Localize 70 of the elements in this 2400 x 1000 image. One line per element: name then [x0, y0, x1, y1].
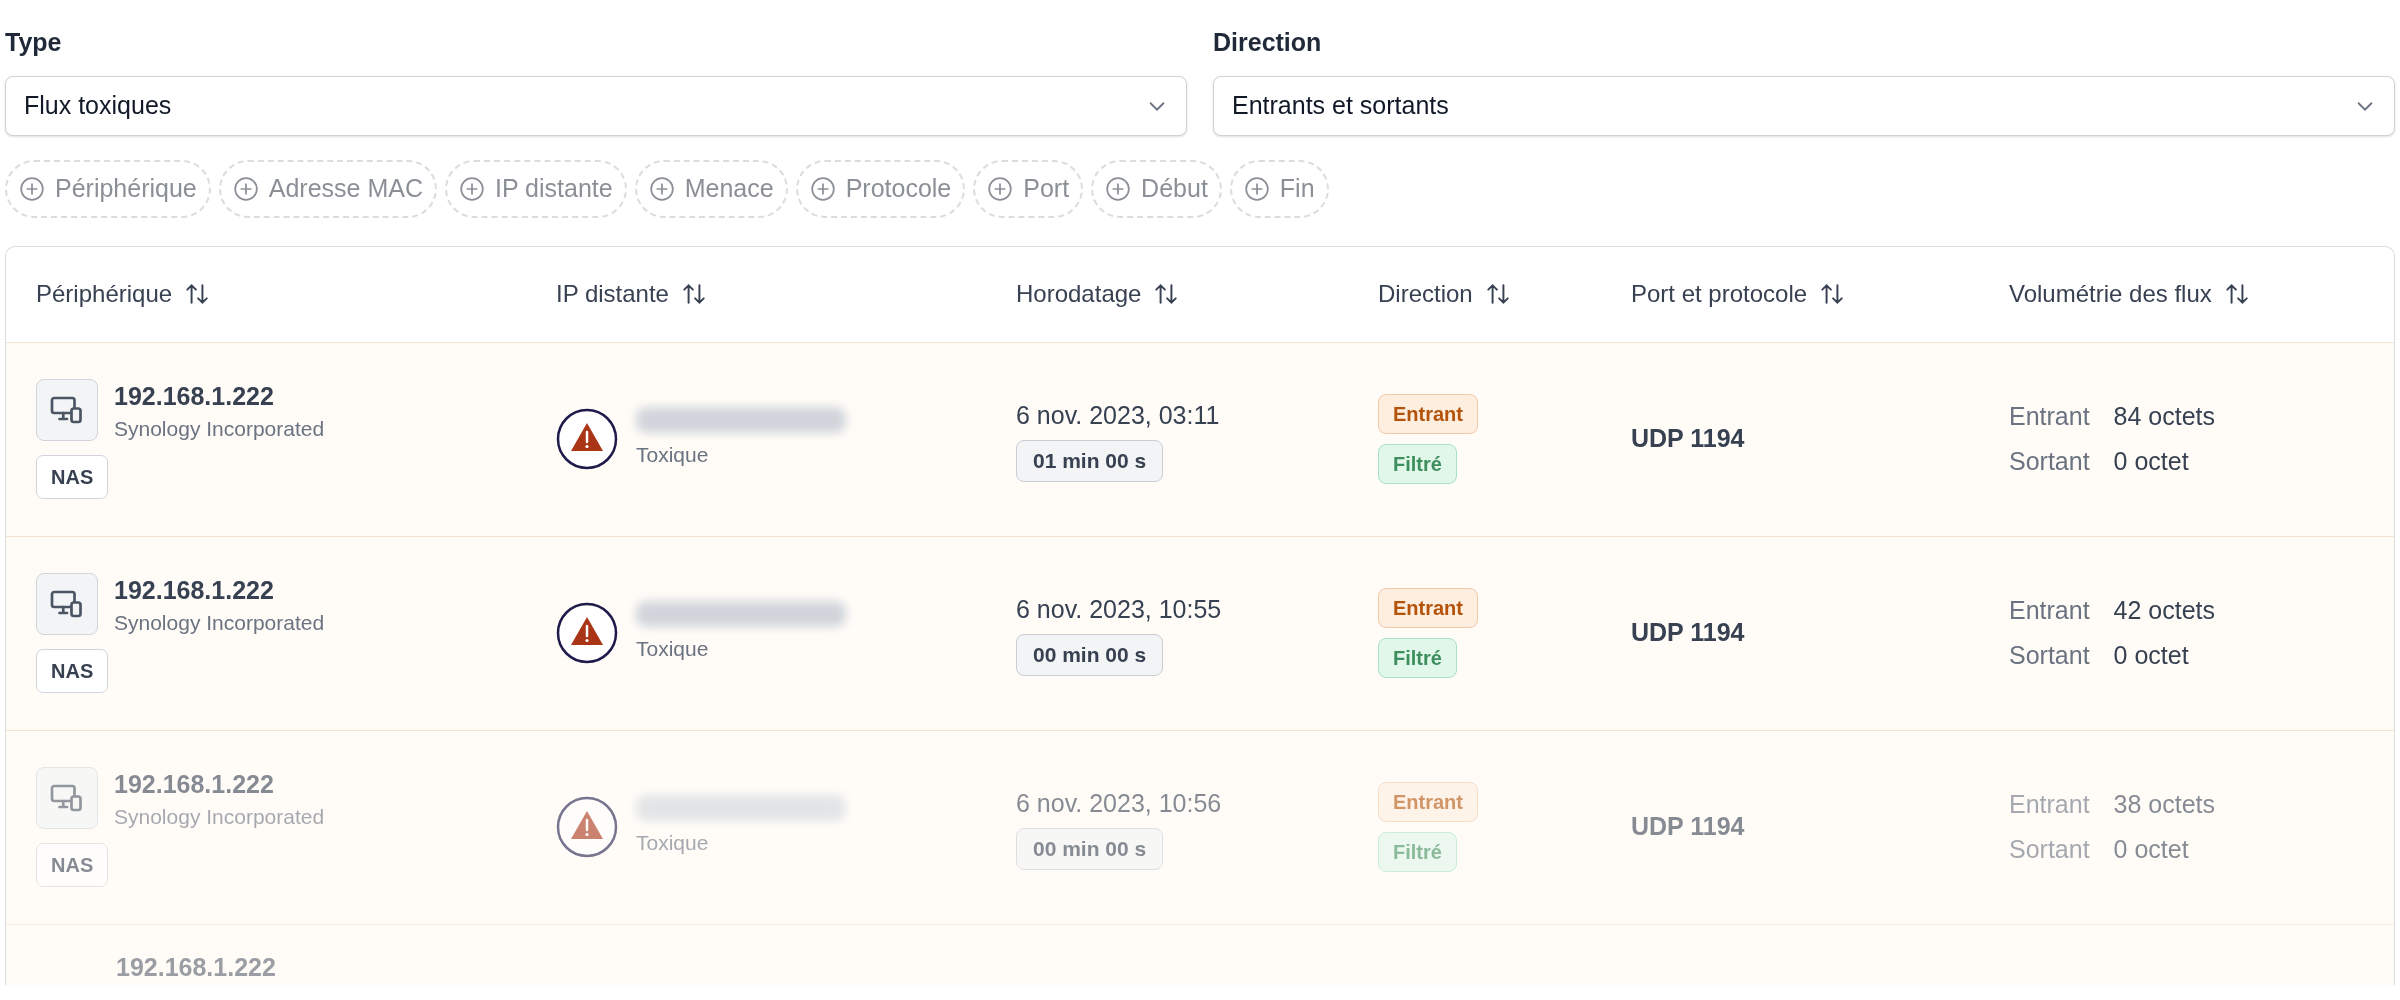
column-header[interactable]: IP distante	[556, 276, 669, 312]
column-header[interactable]: Port et protocole	[1631, 276, 1808, 312]
threat-label: Toxique	[636, 830, 710, 857]
traffic-value: 0 octet	[2113, 834, 2190, 865]
warning-icon	[556, 796, 618, 858]
plus-circle-icon	[1243, 175, 1270, 202]
field-label: Direction	[1213, 27, 1323, 58]
plus-circle-icon	[232, 175, 259, 202]
traffic-label: Entrant	[2009, 400, 2090, 432]
device-vendor: Synology Incorporated	[114, 416, 325, 443]
traffic-value: 42 octets	[2113, 594, 2217, 626]
port-protocol: UDP 1194	[1631, 811, 1746, 843]
traffic-value: 84 octets	[2113, 400, 2217, 432]
plus-circle-icon	[19, 175, 45, 202]
device-ip: 192.168.1.222	[114, 769, 275, 801]
direction-badge: Entrant	[1378, 588, 1478, 628]
field-label: Type	[5, 27, 63, 58]
sort-icon[interactable]	[1484, 281, 1511, 307]
traffic-label: Entrant	[2009, 788, 2090, 820]
timestamp: 6 nov. 2023, 10:55	[1016, 593, 1222, 625]
sort-icon[interactable]	[680, 281, 707, 307]
traffic-label: Entrant	[2009, 594, 2090, 626]
column-header[interactable]: Horodatage	[1016, 276, 1142, 312]
threat-label: Toxique	[636, 442, 710, 469]
plus-circle-icon	[459, 175, 485, 202]
device-tag: NAS	[36, 454, 109, 499]
threat-label: Toxique	[636, 636, 710, 663]
warning-icon	[556, 408, 618, 470]
duration-badge: 01 min 00 s	[1016, 440, 1164, 482]
traffic-value: 0 octet	[2113, 640, 2190, 671]
direction-badge: Entrant	[1378, 782, 1478, 822]
traffic-value: 0 octet	[2113, 446, 2190, 477]
sort-icon[interactable]	[2223, 281, 2250, 307]
column-header[interactable]: Périphérique	[36, 276, 173, 312]
warning-icon	[556, 602, 618, 664]
timestamp: 6 nov. 2023, 03:11	[1016, 399, 1220, 431]
traffic-label: Sortant	[2009, 640, 2090, 671]
column-header[interactable]: Direction	[1378, 276, 1473, 312]
device-ip: 192.168.1.222	[114, 381, 275, 413]
duration-badge: 00 min 00 s	[1016, 634, 1164, 676]
traffic-value: 38 octets	[2113, 788, 2217, 820]
status-badge: Filtré	[1378, 638, 1457, 678]
device-vendor: Synology Incorporated	[114, 610, 325, 637]
device-ip: 192.168.1.222	[116, 952, 276, 981]
port-protocol: UDP 1194	[1631, 617, 1746, 649]
duration-badge: 00 min 00 s	[1016, 828, 1164, 870]
timestamp: 6 nov. 2023, 10:56	[1016, 787, 1222, 819]
sort-icon[interactable]	[184, 281, 211, 307]
device-icon	[36, 379, 98, 442]
status-badge: Filtré	[1378, 444, 1457, 484]
device-vendor: Synology Incorporated	[114, 804, 325, 831]
plus-circle-icon	[987, 175, 1014, 202]
traffic-label: Sortant	[2009, 834, 2090, 865]
device-tag: NAS	[36, 648, 109, 693]
device-icon	[36, 573, 98, 636]
sort-icon[interactable]	[1153, 281, 1180, 307]
status-badge: Filtré	[1378, 832, 1457, 872]
select-field[interactable]: Entrants et sortants	[1213, 75, 2395, 136]
column-header[interactable]: Volumétrie des flux	[2009, 276, 2212, 312]
plus-circle-icon	[648, 175, 675, 202]
plus-circle-icon	[1105, 175, 1132, 202]
device-icon	[36, 767, 98, 830]
traffic-label: Sortant	[2009, 446, 2090, 477]
device-tag: NAS	[36, 842, 109, 887]
port-protocol: UDP 1194	[1631, 423, 1746, 455]
plus-circle-icon	[809, 175, 836, 202]
device-ip: 192.168.1.222	[114, 575, 275, 607]
select-field[interactable]: Flux toxiques	[5, 75, 1187, 136]
direction-badge: Entrant	[1378, 394, 1478, 434]
sort-icon[interactable]	[1819, 281, 1846, 307]
